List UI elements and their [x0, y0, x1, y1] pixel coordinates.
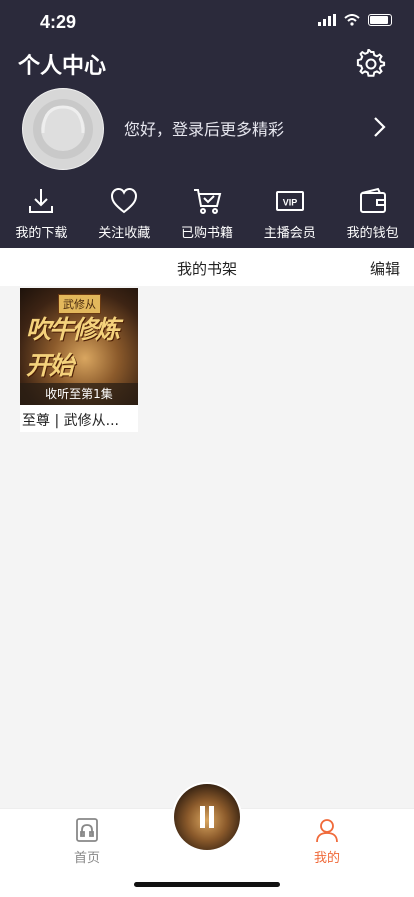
user-icon	[316, 819, 338, 843]
status-bar: 4:29	[0, 0, 414, 44]
quick-link-wallet[interactable]: 我的钱包	[331, 186, 414, 241]
gear-icon[interactable]	[356, 49, 386, 79]
book-name[interactable]: 至尊 | 武修从...	[20, 405, 138, 432]
tab-label: 我的	[313, 851, 340, 866]
heart-icon	[111, 187, 138, 214]
book-card[interactable]: 武修从 吹牛修炼开始 收听至第1集 至尊 | 武修从...	[20, 288, 138, 432]
tab-label: 首页	[73, 851, 100, 866]
shelf-header: 我的书架 编辑	[0, 248, 414, 286]
headphone-avatar-icon	[33, 99, 93, 159]
wallet-icon	[359, 187, 386, 213]
quick-links: 我的下载 关注收藏 已购书籍 VIP 主播会员 我的钱包	[0, 186, 414, 241]
listen-progress: 收听至第1集	[20, 383, 138, 405]
shelf-title: 我的书架	[176, 260, 237, 278]
download-icon	[29, 189, 54, 213]
status-icons	[318, 14, 392, 26]
home-indicator	[134, 882, 280, 887]
chevron-right-icon[interactable]	[372, 114, 388, 140]
quick-link-purchased[interactable]: 已购书籍	[166, 186, 249, 241]
tab-home[interactable]: 首页	[47, 817, 127, 866]
book-cover[interactable]: 武修从 吹牛修炼开始 收听至第1集	[20, 288, 138, 405]
page-title: 个人中心	[18, 54, 107, 79]
quick-link-label: 已购书籍	[180, 226, 233, 241]
quick-link-favorites[interactable]: 关注收藏	[83, 186, 166, 241]
quick-link-label: 我的钱包	[346, 226, 399, 241]
quick-link-vip[interactable]: VIP 主播会员	[248, 186, 331, 241]
avatar[interactable]	[22, 88, 104, 170]
battery-icon	[368, 14, 392, 26]
status-time: 4:29	[40, 12, 77, 32]
quick-link-label: 关注收藏	[98, 226, 151, 241]
login-prompt[interactable]: 您好，登录后更多精彩	[124, 116, 284, 140]
quick-link-downloads[interactable]: 我的下载	[0, 186, 83, 241]
cart-icon	[193, 189, 222, 214]
quick-link-label: 主播会员	[263, 226, 316, 241]
signal-icon	[318, 14, 336, 26]
pause-icon	[200, 806, 214, 828]
quick-link-label: 我的下载	[15, 226, 68, 241]
profile-header: 4:29 个人中心 您好，登录后更多精彩 我的下载 关注收藏 已购书籍 VIP …	[0, 0, 414, 248]
home-icon	[76, 818, 98, 842]
now-playing-disc[interactable]	[174, 784, 240, 850]
tab-mine[interactable]: 我的	[287, 817, 367, 866]
vip-icon: VIP	[275, 191, 304, 211]
edit-button[interactable]: 编辑	[370, 258, 400, 279]
cover-title-art: 吹牛修炼开始	[26, 315, 120, 380]
wifi-icon	[344, 14, 360, 26]
svg-text:VIP: VIP	[283, 198, 298, 208]
